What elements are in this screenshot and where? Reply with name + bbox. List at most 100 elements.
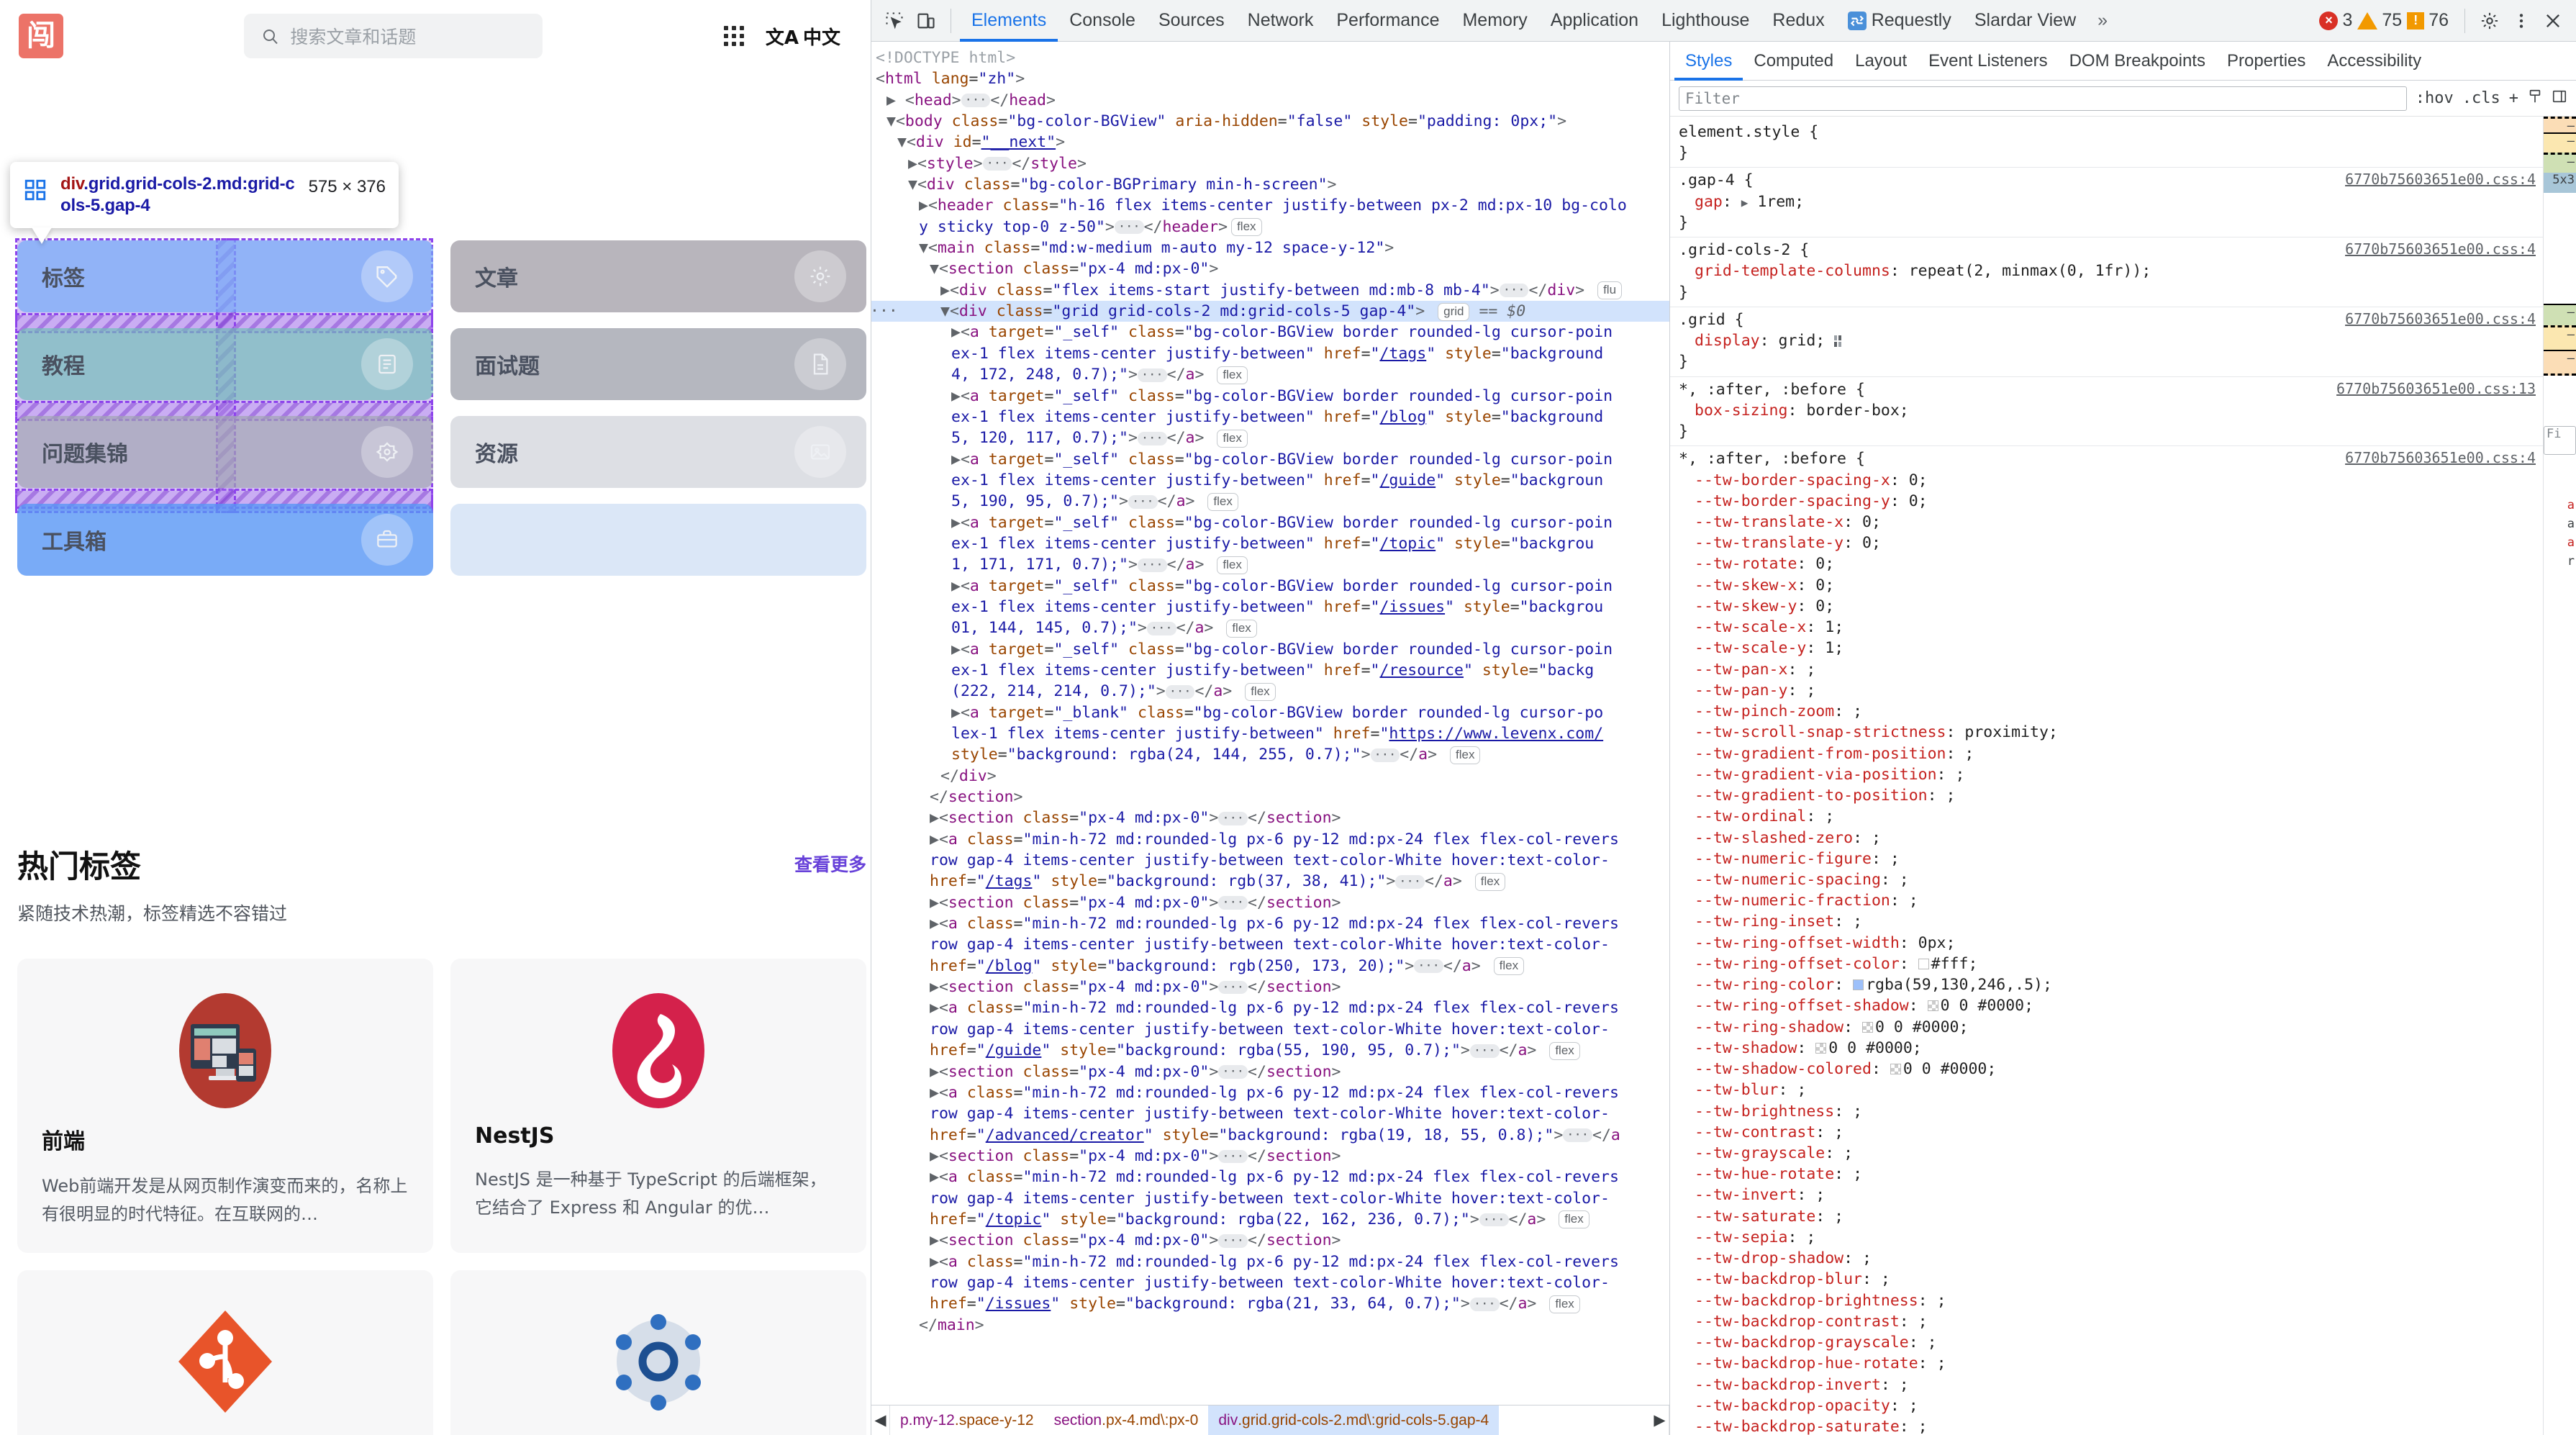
dom-node-line[interactable]: ▶<a target="_self" class="bg-color-BGVie… xyxy=(871,449,1669,470)
breadcrumb-item-2[interactable]: div .grid.grid-cols-2.md\:grid-cols-5.gap… xyxy=(1208,1405,1500,1435)
dom-node-line[interactable]: 5, 120, 117, 0.7);"> ··· </a> flex xyxy=(871,427,1669,448)
css-declaration[interactable]: gap: ▶ 1rem; xyxy=(1679,191,2543,212)
css-rules-list[interactable]: element.style {} 6770b75603651e00.css:4 .g… xyxy=(1670,117,2543,1435)
dom-node-line[interactable]: ▶<section class="px-4 md:px-0"> ··· </sect… xyxy=(871,1230,1669,1251)
dom-node-line[interactable]: row gap-4 items-center justify-between t… xyxy=(871,1019,1669,1040)
category-card-1[interactable]: 文章 xyxy=(450,240,866,312)
more-tabs-icon[interactable]: » xyxy=(2087,10,2118,31)
dom-node-line[interactable]: </div> xyxy=(871,766,1669,787)
css-declaration[interactable]: --tw-border-spacing-x: 0; xyxy=(1679,470,2543,491)
dom-node-line[interactable]: ▶<a class="min-h-72 md:rounded-lg px-6 p… xyxy=(871,997,1669,1018)
css-declaration[interactable]: --tw-backdrop-grayscale: ; xyxy=(1679,1332,2543,1353)
css-declaration[interactable]: --tw-backdrop-invert: ; xyxy=(1679,1375,2543,1395)
language-switcher[interactable]: 文A 中文 xyxy=(766,23,840,50)
dom-node-line[interactable]: ▼<div class="bg-color-BGPrimary min-h-sc… xyxy=(871,174,1669,195)
tag-card[interactable]: NestJS NestJS 是一种基于 TypeScript 的后端框架，它结合… xyxy=(450,959,866,1253)
css-declaration[interactable]: --tw-backdrop-blur: ; xyxy=(1679,1269,2543,1290)
css-declaration[interactable]: --tw-ring-offset-color: #fff; xyxy=(1679,954,2543,974)
css-declaration[interactable]: --tw-contrast: ; xyxy=(1679,1122,2543,1143)
tab-sources[interactable]: Sources xyxy=(1147,0,1236,42)
dom-node-line[interactable]: ▶<a target="_self" class="bg-color-BGVie… xyxy=(871,322,1669,343)
tab-properties[interactable]: Properties xyxy=(2216,42,2316,81)
css-declaration[interactable]: --tw-skew-x: 0; xyxy=(1679,575,2543,596)
tab-application[interactable]: Application xyxy=(1539,0,1650,42)
css-rule[interactable]: element.style {} xyxy=(1670,119,2543,168)
css-rule-source[interactable]: 6770b75603651e00.css:4 xyxy=(2345,448,2536,468)
css-declaration[interactable]: --tw-pan-y: ; xyxy=(1679,680,2543,701)
dom-tree[interactable]: <!DOCTYPE html> <html lang="zh"> ▶ <head> ·… xyxy=(871,42,1669,1405)
css-rule-source[interactable]: 6770b75603651e00.css:4 xyxy=(2345,309,2536,329)
tag-card[interactable]: 前端 Web前端开发是从网页制作演变而来的，名称上有很明显的时代特征。在互联网的… xyxy=(17,959,433,1253)
dom-node-line[interactable]: ▶<a target="_self" class="bg-color-BGVie… xyxy=(871,386,1669,407)
tab-elements[interactable]: Elements xyxy=(960,0,1058,42)
css-declaration[interactable]: box-sizing: border-box; xyxy=(1679,400,2543,421)
css-rule-source[interactable]: 6770b75603651e00.css:4 xyxy=(2345,240,2536,259)
dom-node-line[interactable]: ▶<a class="min-h-72 md:rounded-lg px-6 p… xyxy=(871,1082,1669,1103)
css-declaration[interactable]: --tw-ring-offset-shadow: 0 0 #0000; xyxy=(1679,995,2543,1016)
dom-node-line[interactable]: href="/tags" style="background: rgb(37, … xyxy=(871,871,1669,892)
dom-node-line[interactable]: row gap-4 items-center justify-between t… xyxy=(871,1272,1669,1293)
info-counter[interactable]: ! 76 xyxy=(2407,10,2449,31)
css-rule[interactable]: 6770b75603651e00.css:4 .grid {display: gr… xyxy=(1670,307,2543,377)
css-declaration[interactable]: --tw-ordinal: ; xyxy=(1679,806,2543,827)
site-logo[interactable]: 闯 xyxy=(19,14,63,58)
dom-node-line[interactable]: ▼<div id="__next"> xyxy=(871,132,1669,153)
breadcrumb-item-1[interactable]: section .px-4.md\:px-0 xyxy=(1044,1405,1209,1435)
add-style-rule-icon[interactable]: + xyxy=(2509,89,2518,107)
dom-node-line[interactable]: ▶<section class="px-4 md:px-0"> ··· </sect… xyxy=(871,892,1669,913)
tag-card[interactable] xyxy=(450,1269,866,1435)
dom-node-line[interactable]: ▶<style> ··· </style> xyxy=(871,153,1669,174)
dom-node-line[interactable]: ▼<body class="bg-color-BGView" aria-hidd… xyxy=(871,111,1669,132)
tab-accessibility[interactable]: Accessibility xyxy=(2316,42,2432,81)
hov-toggle[interactable]: :hov xyxy=(2416,89,2454,107)
dom-node-line[interactable]: (222, 214, 214, 0.7);"> ··· </a> flex xyxy=(871,681,1669,702)
css-declaration[interactable]: --tw-pinch-zoom: ; xyxy=(1679,701,2543,722)
warning-counter[interactable]: 75 xyxy=(2357,10,2402,31)
css-declaration[interactable]: --tw-pan-x: ; xyxy=(1679,659,2543,680)
css-rule[interactable]: 6770b75603651e00.css:4 .gap-4 {gap: ▶ 1re… xyxy=(1670,168,2543,238)
css-declaration[interactable]: display: grid; xyxy=(1679,330,2543,351)
tag-card[interactable] xyxy=(17,1269,433,1435)
css-rule[interactable]: 6770b75603651e00.css:4 .grid-cols-2 {grid… xyxy=(1670,237,2543,307)
dom-node-line[interactable]: ▶<a target="_self" class="bg-color-BGVie… xyxy=(871,576,1669,597)
css-declaration[interactable]: grid-template-columns: repeat(2, minmax(… xyxy=(1679,261,2543,281)
css-rule[interactable]: 6770b75603651e00.css:4 *, :after, :before… xyxy=(1670,446,2543,1435)
dom-node-line[interactable]: ▶<a class="min-h-72 md:rounded-lg px-6 p… xyxy=(871,913,1669,934)
tab-requestly[interactable]: Requestly xyxy=(1836,0,1963,42)
css-declaration[interactable]: --tw-gradient-via-position: ; xyxy=(1679,764,2543,785)
css-selector[interactable]: element.style { xyxy=(1679,122,2543,142)
dom-node-line[interactable]: <html lang="zh"> xyxy=(871,68,1669,89)
css-declaration[interactable]: --tw-scale-x: 1; xyxy=(1679,617,2543,638)
css-declaration[interactable]: --tw-shadow-colored: 0 0 #0000; xyxy=(1679,1059,2543,1079)
breadcrumb-item-0[interactable]: p.my-12 .space-y-12 xyxy=(890,1405,1044,1435)
category-card-6[interactable]: 工具箱 xyxy=(17,504,433,576)
dom-node-line[interactable]: </main> xyxy=(871,1315,1669,1336)
computed-sidebar-icon[interactable] xyxy=(2552,89,2567,109)
css-rule-source[interactable]: 6770b75603651e00.css:13 xyxy=(2336,379,2536,399)
css-rule-source[interactable]: 6770b75603651e00.css:4 xyxy=(2345,170,2536,189)
css-declaration[interactable]: --tw-ring-offset-width: 0px; xyxy=(1679,933,2543,954)
css-declaration[interactable]: --tw-shadow: 0 0 #0000; xyxy=(1679,1038,2543,1059)
css-declaration[interactable]: --tw-numeric-spacing: ; xyxy=(1679,869,2543,890)
tab-layout[interactable]: Layout xyxy=(1844,42,1918,81)
tab-performance[interactable]: Performance xyxy=(1325,0,1451,42)
dom-node-line[interactable]: ▶<section class="px-4 md:px-0"> ··· </sect… xyxy=(871,977,1669,997)
dom-node-line[interactable]: ▶<a class="min-h-72 md:rounded-lg px-6 p… xyxy=(871,1251,1669,1272)
dom-node-line[interactable]: ▶ <head> ··· </head> xyxy=(871,90,1669,111)
dom-node-line[interactable]: href="/issues" style="background: rgba(2… xyxy=(871,1293,1669,1314)
dom-node-line[interactable]: href="/advanced/creator" style="backgrou… xyxy=(871,1125,1669,1146)
css-declaration[interactable]: --tw-drop-shadow: ; xyxy=(1679,1248,2543,1269)
dom-node-line[interactable]: ex-1 flex items-center justify-between" … xyxy=(871,343,1669,364)
dom-node-line[interactable]: ex-1 flex items-center justify-between" … xyxy=(871,533,1669,554)
dom-node-line[interactable]: 1, 171, 171, 0.7);"> ··· </a> flex xyxy=(871,554,1669,575)
css-declaration[interactable]: --tw-ring-shadow: 0 0 #0000; xyxy=(1679,1017,2543,1038)
tab-console[interactable]: Console xyxy=(1058,0,1147,42)
css-declaration[interactable]: --tw-skew-y: 0; xyxy=(1679,596,2543,617)
dom-node-line[interactable]: row gap-4 items-center justify-between t… xyxy=(871,1188,1669,1209)
breadcrumb-next-icon[interactable]: ▶ xyxy=(1651,1405,1669,1435)
dom-node-line[interactable]: row gap-4 items-center justify-between t… xyxy=(871,850,1669,871)
dom-node-line[interactable]: ▶<a target="_self" class="bg-color-BGVie… xyxy=(871,639,1669,660)
css-declaration[interactable]: --tw-ring-inset: ; xyxy=(1679,911,2543,932)
css-declaration[interactable]: --tw-backdrop-saturate: ; xyxy=(1679,1416,2543,1435)
category-card-3[interactable]: 面试题 xyxy=(450,328,866,400)
